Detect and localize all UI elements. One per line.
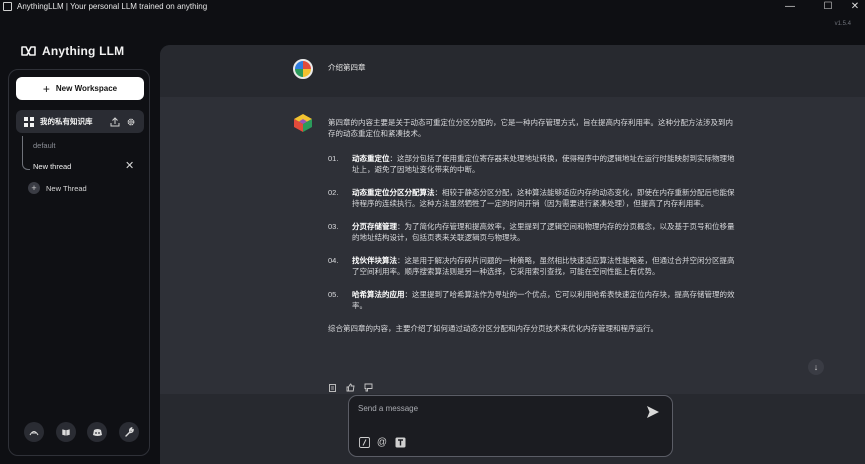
list-item-text: ：这是用于解决内存碎片问题的一种策略，虽然相比快速适应算法性能略差，但通过合并空… bbox=[352, 256, 735, 276]
community-icon[interactable] bbox=[24, 422, 44, 442]
close-window-button[interactable]: ✕ bbox=[840, 0, 865, 12]
user-message-text: 介绍第四章 bbox=[328, 63, 366, 72]
plus-icon: + bbox=[42, 81, 50, 96]
thumbs-up-icon[interactable] bbox=[346, 383, 355, 392]
thread-item-new-thread[interactable]: New thread bbox=[33, 162, 71, 171]
new-workspace-button[interactable]: + New Workspace bbox=[16, 77, 144, 100]
brand-name: Anything LLM bbox=[42, 44, 125, 58]
list-item-title: 分页存储管理 bbox=[352, 222, 397, 231]
thumbs-down-icon[interactable] bbox=[364, 383, 373, 392]
at-mention-icon[interactable]: @ bbox=[376, 436, 388, 448]
new-thread-button[interactable]: + New Thread bbox=[28, 182, 87, 194]
sidebar: + New Workspace 我的私有知识库 default New thre… bbox=[8, 69, 150, 456]
message-input[interactable] bbox=[358, 401, 628, 415]
workspace-actions bbox=[110, 110, 136, 133]
list-item-text: ：为了简化内存管理和提高效率，这里提到了逻辑空间和物理内存的分页概念，以及基于页… bbox=[352, 222, 735, 242]
version-label: v1.5.4 bbox=[834, 21, 851, 27]
docs-icon[interactable] bbox=[55, 422, 76, 442]
list-item-text: ：这里提到了哈希算法作为寻址的一个优点，它可以利用哈希表快速定位内存块，提高存储… bbox=[352, 290, 735, 310]
list-item-number: 02. bbox=[328, 188, 339, 197]
maximize-button[interactable]: ☐ bbox=[813, 0, 843, 12]
assistant-intro: 第四章的内容主要是关于动态可重定位分区分配的，它是一种内存管理方式，旨在提高内存… bbox=[328, 118, 733, 138]
workspace-item[interactable]: 我的私有知识库 bbox=[16, 110, 144, 133]
list-item-title: 动态重定位分区分配算法 bbox=[352, 188, 435, 197]
arrow-down-icon: ↓ bbox=[813, 362, 819, 372]
assistant-avatar bbox=[294, 114, 312, 132]
new-workspace-label: New Workspace bbox=[55, 84, 118, 93]
minimize-button[interactable]: — bbox=[775, 0, 805, 12]
thread-tree-line bbox=[22, 136, 30, 170]
workspace-grid-icon bbox=[24, 116, 34, 127]
discord-icon[interactable] bbox=[87, 422, 108, 442]
slash-command-icon[interactable] bbox=[358, 436, 370, 448]
thread-item-default[interactable]: default bbox=[33, 141, 56, 150]
list-item-number: 03. bbox=[328, 222, 339, 231]
list-item: 03. 分页存储管理：为了简化内存管理和提高效率，这里提到了逻辑空间和物理内存的… bbox=[328, 221, 738, 243]
message-actions bbox=[328, 383, 373, 392]
send-icon[interactable] bbox=[645, 404, 661, 420]
anythingllm-app: AnythingLLM | Your personal LLM trained … bbox=[0, 0, 865, 464]
scroll-down-button[interactable]: ↓ bbox=[808, 359, 824, 375]
assistant-outro: 综合第四章的内容，主要介绍了如何通过动态分区分配和内存分页技术来优化内存管理和程… bbox=[328, 324, 658, 333]
composer-tools: @ bbox=[358, 436, 406, 448]
list-item: 01. 动态重定位：这部分包括了使用重定位寄存器来处理地址转换，使得程序中的逻辑… bbox=[328, 153, 738, 175]
workspace-name: 我的私有知识库 bbox=[40, 117, 93, 126]
app-window-icon bbox=[3, 1, 12, 11]
list-item-text: ：这部分包括了使用重定位寄存器来处理地址转换，使得程序中的逻辑地址在运行时能映射… bbox=[352, 154, 735, 174]
list-item-title: 哈希算法的应用 bbox=[352, 290, 405, 299]
gear-icon[interactable] bbox=[126, 117, 136, 127]
new-thread-label: New Thread bbox=[46, 183, 87, 193]
list-item-number: 04. bbox=[328, 256, 339, 265]
copy-icon[interactable] bbox=[328, 383, 337, 392]
window-title: AnythingLLM | Your personal LLM trained … bbox=[17, 1, 208, 11]
user-avatar bbox=[293, 59, 313, 79]
list-item-title: 动态重定位 bbox=[352, 154, 390, 163]
sidebar-footer bbox=[24, 422, 139, 442]
plus-circle-icon: + bbox=[28, 182, 40, 194]
user-message-row: 介绍第四章 bbox=[160, 45, 865, 97]
list-item-number: 05. bbox=[328, 290, 339, 299]
list-item: 04. 找伙伴块算法：这是用于解决内存碎片问题的一种策略，虽然相比快速适应算法性… bbox=[328, 255, 738, 277]
assistant-message-text: 第四章的内容主要是关于动态可重定位分区分配的，它是一种内存管理方式，旨在提高内存… bbox=[328, 117, 738, 334]
text-size-icon[interactable] bbox=[394, 436, 406, 448]
window-titlebar: AnythingLLM | Your personal LLM trained … bbox=[0, 0, 865, 12]
settings-wrench-icon[interactable] bbox=[118, 422, 139, 442]
message-composer: @ bbox=[348, 395, 673, 457]
brand-logo: Anything LLM bbox=[21, 44, 124, 58]
list-item-title: 找伙伴块算法 bbox=[352, 256, 397, 265]
list-item-number: 01. bbox=[328, 154, 339, 163]
list-item: 05. 哈希算法的应用：这里提到了哈希算法作为寻址的一个优点，它可以利用哈希表快… bbox=[328, 289, 738, 311]
list-item: 02. 动态重定位分区分配算法：相较于静态分区分配，这种算法能够适应内存的动态变… bbox=[328, 187, 738, 209]
upload-icon[interactable] bbox=[110, 116, 120, 127]
close-icon[interactable]: ✕ bbox=[125, 159, 134, 172]
anythingllm-logo-icon bbox=[21, 46, 36, 56]
